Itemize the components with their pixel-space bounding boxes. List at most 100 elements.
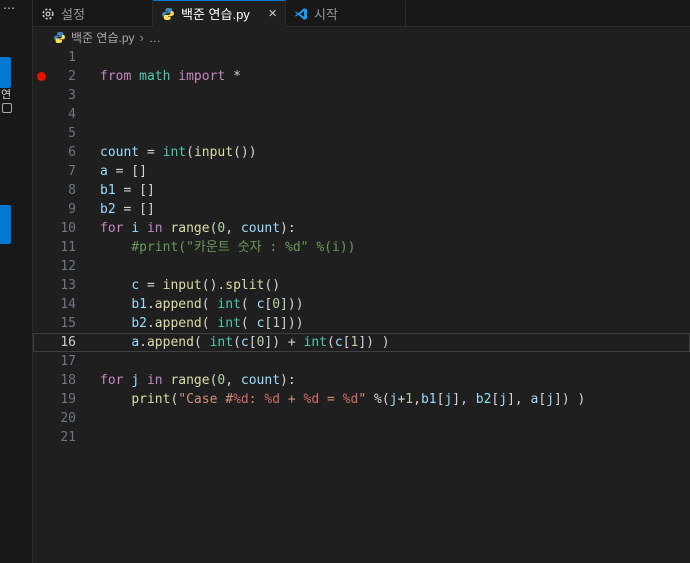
code-text[interactable]: a = [] (76, 162, 147, 181)
code-line[interactable]: 17 (33, 352, 690, 371)
code-text[interactable] (76, 257, 100, 276)
breakpoint-dot[interactable] (37, 72, 46, 81)
line-gutter[interactable]: 13 (33, 276, 76, 295)
breadcrumb-ellipsis[interactable]: … (149, 31, 161, 45)
code-token: for (100, 221, 124, 236)
code-text[interactable] (76, 409, 100, 428)
code-text[interactable] (76, 124, 100, 143)
code-line[interactable]: 13 c = input().split() (33, 276, 690, 295)
line-gutter[interactable]: 9 (33, 200, 76, 219)
code-token: int (217, 316, 241, 331)
code-token: count (100, 145, 140, 160)
line-gutter[interactable]: 1 (33, 48, 76, 67)
code-token: ( (201, 297, 218, 312)
line-gutter[interactable]: 6 (33, 143, 76, 162)
editor-code[interactable]: 1 2 from math import * 3 4 5 6 count = int(inpu… (33, 48, 690, 563)
tab-baekjoon-file[interactable]: 백준 연습.py × (153, 0, 286, 27)
code-line[interactable]: 1 (33, 48, 690, 67)
line-gutter[interactable]: 17 (33, 352, 76, 371)
code-line[interactable]: 14 b1.append( int( c[0])) (33, 295, 690, 314)
line-gutter[interactable]: 5 (33, 124, 76, 143)
code-line[interactable]: 8 b1 = [] (33, 181, 690, 200)
line-gutter[interactable]: 15 (33, 314, 76, 333)
code-text[interactable]: b1 = [] (76, 181, 155, 200)
line-gutter[interactable]: 4 (33, 105, 76, 124)
code-token: . (146, 297, 155, 312)
line-number: 19 (60, 392, 76, 407)
sidebar-accent-block[interactable] (0, 205, 11, 244)
code-text[interactable]: a.append( int(c[0]) + int(c[1]) ) (76, 333, 389, 352)
close-tab-icon[interactable]: × (268, 6, 277, 21)
line-gutter[interactable]: 2 (33, 67, 76, 86)
vscode-logo-icon (294, 7, 308, 21)
code-token: = (146, 278, 155, 293)
overflow-menu-icon[interactable]: ⋯ (0, 0, 32, 15)
tab-welcome[interactable]: 시작 (286, 0, 406, 27)
sidebar-partial-icon (2, 103, 12, 113)
code-text[interactable]: for i in range(0, count): (76, 219, 296, 238)
code-token: b2 (100, 202, 116, 217)
code-line[interactable]: 16 a.append( int(c[0]) + int(c[1]) ) (33, 333, 690, 352)
code-line[interactable]: 6 count = int(input()) (33, 143, 690, 162)
code-text[interactable]: #print("카운트 숫자 : %d" %(i)) (76, 238, 355, 257)
code-text[interactable] (76, 86, 100, 105)
code-line[interactable]: 3 (33, 86, 690, 105)
code-text[interactable] (76, 428, 100, 447)
code-text[interactable]: b1.append( int( c[0])) (76, 295, 303, 314)
code-text[interactable] (76, 48, 100, 67)
code-line[interactable]: 9 b2 = [] (33, 200, 690, 219)
code-token: print (131, 392, 171, 407)
line-gutter[interactable]: 8 (33, 181, 76, 200)
breadcrumb-file[interactable]: 백준 연습.py (71, 29, 135, 46)
code-line[interactable]: 18 for j in range(0, count): (33, 371, 690, 390)
code-token: a (131, 335, 140, 350)
line-gutter[interactable]: 7 (33, 162, 76, 181)
code-token: append (154, 297, 202, 312)
code-line[interactable]: 7a = [] (33, 162, 690, 181)
code-token: ]) (264, 335, 288, 350)
code-line[interactable]: 15 b2.append( int( c[1])) (33, 314, 690, 333)
code-text[interactable]: for j in range(0, count): (76, 371, 296, 390)
code-token: count (240, 373, 281, 388)
code-text[interactable] (76, 105, 100, 124)
line-number: 1 (68, 50, 76, 65)
code-text[interactable]: b2 = [] (76, 200, 155, 219)
code-text[interactable]: b2.append( int( c[1])) (76, 314, 303, 333)
code-line[interactable]: 11 #print("카운트 숫자 : %d" %(i)) (33, 238, 690, 257)
code-text[interactable]: from math import * (76, 67, 241, 86)
sidebar-accent-block[interactable] (0, 57, 11, 88)
sidebar-partial-label: 연 (1, 89, 12, 101)
line-gutter[interactable]: 12 (33, 257, 76, 276)
line-gutter[interactable]: 21 (33, 428, 76, 447)
code-token: [] (131, 183, 155, 198)
code-line[interactable]: 2 from math import * (33, 67, 690, 86)
line-number: 7 (68, 164, 76, 179)
code-text[interactable]: c = input().split() (76, 276, 280, 295)
code-line[interactable]: 21 (33, 428, 690, 447)
code-line[interactable]: 10 for i in range(0, count): (33, 219, 690, 238)
code-line[interactable]: 5 (33, 124, 690, 143)
code-text[interactable] (76, 352, 100, 371)
code-text[interactable]: count = int(input()) (76, 143, 257, 162)
code-text[interactable]: print("Case #%d: %d + %d = %d" %(j+1,b1[… (76, 390, 585, 409)
code-line[interactable]: 19 print("Case #%d: %d + %d = %d" %(j+1,… (33, 390, 690, 409)
line-gutter[interactable]: 20 (33, 409, 76, 428)
line-gutter[interactable]: 10 (33, 219, 76, 238)
code-token: append (146, 335, 194, 350)
code-line[interactable]: 12 (33, 257, 690, 276)
breadcrumb: 백준 연습.py › … (33, 27, 690, 48)
line-gutter[interactable]: 14 (33, 295, 76, 314)
code-token: b1 (100, 183, 116, 198)
code-line[interactable]: 20 (33, 409, 690, 428)
code-token: , (225, 373, 241, 388)
code-line[interactable]: 4 (33, 105, 690, 124)
tab-settings[interactable]: 설정 (33, 0, 153, 27)
line-gutter[interactable]: 3 (33, 86, 76, 105)
line-gutter[interactable]: 19 (33, 390, 76, 409)
line-gutter[interactable]: 18 (33, 371, 76, 390)
line-gutter[interactable]: 11 (33, 238, 76, 257)
line-gutter[interactable]: 16 (33, 333, 76, 352)
